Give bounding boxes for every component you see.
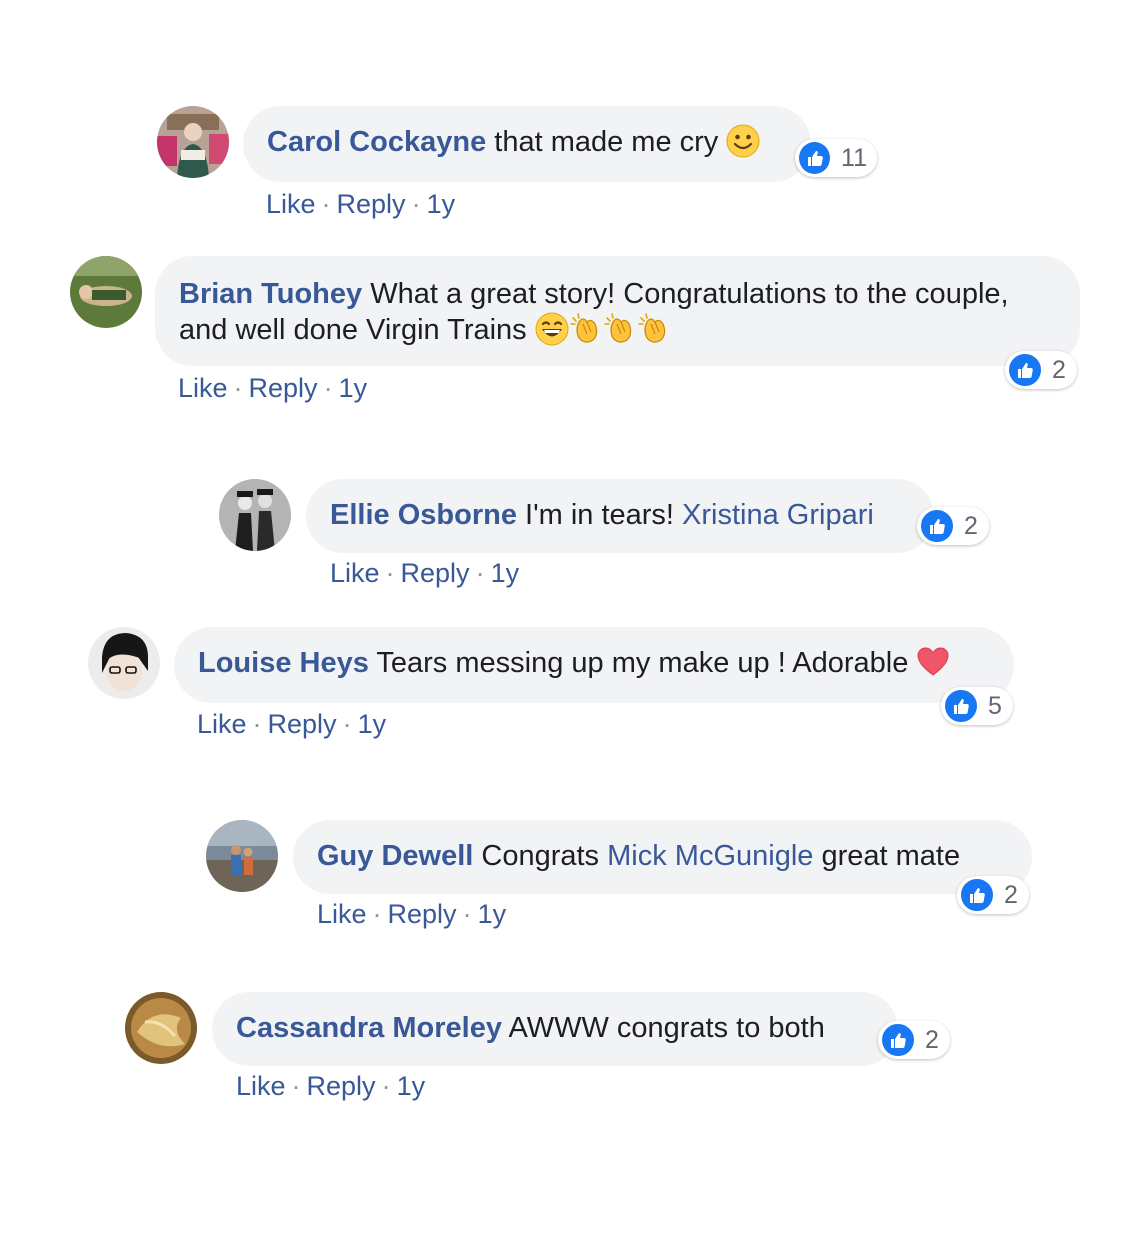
heart-emoji-icon (916, 645, 950, 679)
comment-actions: Like · Reply · 1y (197, 708, 386, 740)
reaction-count: 5 (988, 691, 1002, 720)
comment-bubble: Ellie Osborne I'm in tears! Xristina Gri… (306, 479, 934, 553)
avatar[interactable] (157, 106, 229, 178)
reply-link[interactable]: Reply (268, 709, 337, 739)
reaction-count: 2 (964, 511, 978, 540)
reply-link[interactable]: Reply (388, 899, 457, 929)
comment-text-after: great mate (821, 840, 961, 872)
comment-bubble: Carol Cockayne that made me cry (243, 106, 811, 182)
like-reaction-icon (880, 1022, 916, 1058)
separator: · (252, 709, 262, 739)
timestamp-link[interactable]: 1y (478, 899, 507, 929)
timestamp-link[interactable]: 1y (427, 189, 456, 219)
comment-actions: Like · Reply · 1y (236, 1070, 425, 1102)
comment-bubble: Louise Heys Tears messing up my make up … (174, 627, 1014, 703)
reaction-summary[interactable]: 11 (795, 139, 877, 177)
avatar[interactable] (219, 479, 291, 551)
avatar[interactable] (88, 627, 160, 699)
comment-author-link[interactable]: Guy Dewell (317, 840, 473, 872)
comment-actions: Like · Reply · 1y (178, 372, 367, 404)
separator: · (462, 899, 472, 929)
comment-author-link[interactable]: Carol Cockayne (267, 126, 486, 158)
comment-bubble: Brian Tuohey What a great story! Congrat… (155, 256, 1080, 366)
mention-link[interactable]: Mick McGunigle (607, 840, 813, 872)
reaction-count: 2 (1004, 880, 1018, 909)
separator: · (475, 558, 485, 588)
comment-text: Congrats (481, 840, 600, 872)
like-link[interactable]: Like (197, 709, 247, 739)
timestamp-link[interactable]: 1y (491, 558, 520, 588)
separator: · (372, 899, 382, 929)
timestamp-link[interactable]: 1y (339, 373, 368, 403)
like-reaction-icon (919, 508, 955, 544)
reply-link[interactable]: Reply (307, 1071, 376, 1101)
reaction-count: 2 (1052, 355, 1066, 384)
separator: · (291, 1071, 301, 1101)
separator: · (342, 709, 352, 739)
comment-actions: Like · Reply · 1y (330, 557, 519, 589)
comment-text: Tears messing up my make up ! Adorable (376, 647, 909, 679)
reply-link[interactable]: Reply (401, 558, 470, 588)
comment-actions: Like · Reply · 1y (266, 188, 455, 220)
reply-link[interactable]: Reply (337, 189, 406, 219)
avatar[interactable] (70, 256, 142, 328)
reaction-summary[interactable]: 2 (1005, 351, 1077, 389)
like-link[interactable]: Like (266, 189, 316, 219)
comment-actions: Like · Reply · 1y (317, 898, 506, 930)
like-reaction-icon (1007, 352, 1043, 388)
separator: · (381, 1071, 391, 1101)
clap-emoji-icon (637, 312, 671, 346)
timestamp-link[interactable]: 1y (358, 709, 387, 739)
like-link[interactable]: Like (330, 558, 380, 588)
reaction-count: 11 (841, 143, 867, 172)
grin-emoji-icon (535, 312, 569, 346)
avatar[interactable] (206, 820, 278, 892)
like-reaction-icon (959, 877, 995, 913)
like-link[interactable]: Like (317, 899, 367, 929)
reaction-summary[interactable]: 2 (957, 876, 1029, 914)
reply-link[interactable]: Reply (249, 373, 318, 403)
separator: · (411, 189, 421, 219)
timestamp-link[interactable]: 1y (397, 1071, 426, 1101)
comment-author-link[interactable]: Cassandra Moreley (236, 1012, 502, 1044)
comment-text: AWWW congrats to both (508, 1012, 825, 1044)
mention-link[interactable]: Xristina Gripari (682, 499, 874, 531)
reaction-count: 2 (925, 1025, 939, 1054)
separator: · (233, 373, 243, 403)
comment-text: I'm in tears! (525, 499, 674, 531)
comment-bubble: Guy Dewell Congrats Mick McGunigle great… (293, 820, 1032, 894)
comment-bubble: Cassandra Moreley AWWW congrats to both (212, 992, 898, 1066)
separator: · (321, 189, 331, 219)
separator: · (385, 558, 395, 588)
like-reaction-icon (797, 140, 833, 176)
reaction-summary[interactable]: 2 (878, 1021, 950, 1059)
smile-emoji-icon (726, 124, 760, 158)
reaction-summary[interactable]: 5 (941, 687, 1013, 725)
comment-author-link[interactable]: Ellie Osborne (330, 499, 517, 531)
comment-author-link[interactable]: Brian Tuohey (179, 278, 362, 310)
like-link[interactable]: Like (236, 1071, 286, 1101)
separator: · (323, 373, 333, 403)
avatar[interactable] (125, 992, 197, 1064)
like-reaction-icon (943, 688, 979, 724)
comment-author-link[interactable]: Louise Heys (198, 647, 369, 679)
clap-emoji-icon (603, 312, 637, 346)
reaction-summary[interactable]: 2 (917, 507, 989, 545)
like-link[interactable]: Like (178, 373, 228, 403)
comment-text: that made me cry (494, 126, 719, 158)
clap-emoji-icon (569, 312, 603, 346)
